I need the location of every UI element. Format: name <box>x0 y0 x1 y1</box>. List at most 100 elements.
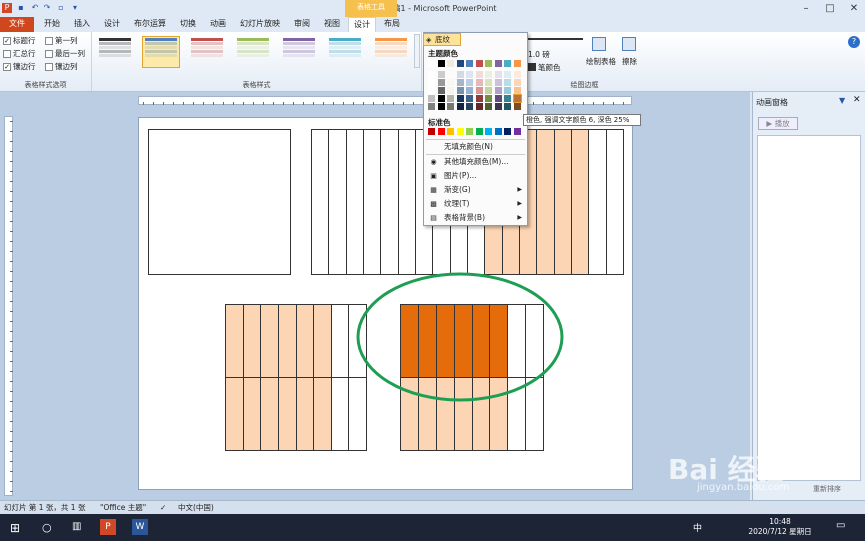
checkbox-icon[interactable] <box>45 37 53 45</box>
theme-color-swatch[interactable] <box>466 71 473 78</box>
table-style-0[interactable] <box>96 36 134 68</box>
pen-color[interactable]: 笔颜色 <box>538 62 561 73</box>
tab-animations[interactable]: 动画 <box>204 17 232 32</box>
theme-color-swatch[interactable] <box>437 79 445 86</box>
table-2-cell[interactable] <box>363 129 382 275</box>
table-2-cell[interactable] <box>536 129 555 275</box>
table-2-cell[interactable] <box>328 129 347 275</box>
pen-weight[interactable]: 1.0 磅 <box>528 49 550 60</box>
shading-button[interactable]: ◈ 底纹 <box>423 33 461 46</box>
language[interactable]: 中文(中国) <box>178 501 214 514</box>
tab-insert[interactable]: 插入 <box>68 17 96 32</box>
menu-item-palette[interactable]: ◉ 其他填充颜色(M)... <box>426 155 526 169</box>
ime-indicator[interactable]: 中 <box>693 521 702 534</box>
table-3-cell[interactable] <box>242 304 262 378</box>
theme-color-swatch[interactable] <box>428 103 435 110</box>
menu-item-texture[interactable]: ▩ 纹理(T) ▶ <box>426 197 526 211</box>
theme-color-swatch[interactable] <box>494 103 502 110</box>
pen-color-icon[interactable] <box>528 63 536 71</box>
slide-canvas[interactable] <box>138 117 633 490</box>
tab-transitions[interactable]: 切换 <box>174 17 202 32</box>
theme-color-swatch[interactable] <box>475 87 483 94</box>
standard-color-swatch[interactable] <box>447 128 454 135</box>
checkbox-icon[interactable] <box>45 63 53 71</box>
theme-color-swatch[interactable] <box>504 60 511 67</box>
theme-color-swatch[interactable] <box>428 95 435 102</box>
theme-color-swatch[interactable] <box>504 71 511 78</box>
search-icon[interactable]: ○ <box>42 521 52 534</box>
table-3-cell[interactable] <box>330 377 350 451</box>
tab-table-layout[interactable]: 布局 <box>378 17 406 32</box>
theme-color-swatch[interactable] <box>428 60 435 67</box>
table-style-1[interactable] <box>142 36 180 68</box>
theme-color-swatch[interactable] <box>494 60 502 67</box>
checkbox-icon[interactable]: ✓ <box>3 63 11 71</box>
theme-color-swatch[interactable] <box>466 95 473 102</box>
draw-table-button[interactable]: 绘制表格 <box>586 56 616 67</box>
theme-color-swatch[interactable] <box>494 87 502 94</box>
help-icon[interactable]: ? <box>848 36 860 48</box>
tab-table-design[interactable]: 设计 <box>348 17 376 32</box>
table-1-cell[interactable] <box>148 129 291 275</box>
theme-color-swatch[interactable] <box>494 95 502 102</box>
option-4[interactable]: ✓ 镶边行 <box>3 61 36 72</box>
close-button[interactable]: ✕ <box>842 0 865 17</box>
theme-color-swatch[interactable] <box>513 71 521 78</box>
table-3-cell[interactable] <box>242 377 262 451</box>
theme-color-swatch[interactable] <box>494 71 502 78</box>
start-icon[interactable]: ⊞ <box>10 521 20 535</box>
standard-color-swatch[interactable] <box>494 128 502 135</box>
table-3-cell[interactable] <box>330 304 350 378</box>
option-2[interactable]: 汇总行 <box>3 48 36 59</box>
theme-color-swatch[interactable] <box>475 71 483 78</box>
table-2-cell[interactable] <box>588 129 607 275</box>
theme-color-swatch[interactable] <box>437 71 445 78</box>
clock[interactable]: 10:48 2020/7/12 星期日 <box>740 517 820 537</box>
theme-name[interactable]: "Office 主题" <box>100 501 146 514</box>
horizontal-ruler[interactable] <box>138 96 632 105</box>
table-3-cell[interactable] <box>277 377 297 451</box>
option-0[interactable]: ✓ 标题行 <box>3 35 36 46</box>
menu-item-no-fill[interactable]: 无填充颜色(N) <box>426 140 526 154</box>
theme-color-swatch[interactable] <box>475 79 483 86</box>
theme-color-swatch[interactable] <box>456 103 464 110</box>
option-5[interactable]: 镶边列 <box>45 61 78 72</box>
theme-color-swatch[interactable] <box>428 79 435 86</box>
theme-color-swatch[interactable] <box>437 95 445 102</box>
theme-color-swatch[interactable] <box>437 60 445 67</box>
table-3-cell[interactable] <box>313 304 332 378</box>
table-3-cell[interactable] <box>260 377 279 451</box>
minimize-button[interactable]: – <box>794 0 818 17</box>
table-2-cell[interactable] <box>345 129 364 275</box>
theme-color-swatch[interactable] <box>466 60 473 67</box>
theme-color-swatch[interactable] <box>513 60 521 67</box>
tab-file[interactable]: 文件 <box>0 17 34 32</box>
theme-color-swatch[interactable] <box>504 79 511 86</box>
standard-color-swatch[interactable] <box>485 128 492 135</box>
tab-review[interactable]: 审阅 <box>288 17 316 32</box>
tab-view[interactable]: 视图 <box>318 17 346 32</box>
table-2-cell[interactable] <box>380 129 399 275</box>
theme-color-swatch[interactable] <box>437 87 445 94</box>
table-2-cell[interactable] <box>571 129 590 275</box>
theme-color-swatch[interactable] <box>513 79 521 86</box>
theme-color-swatch[interactable] <box>456 60 464 67</box>
table-3-cell[interactable] <box>295 377 315 451</box>
theme-color-swatch[interactable] <box>428 71 435 78</box>
table-3-cell[interactable] <box>225 304 244 378</box>
menu-item-table-background[interactable]: ▤ 表格背景(B) ▶ <box>426 211 526 225</box>
standard-color-swatch[interactable] <box>475 128 483 135</box>
checkbox-icon[interactable] <box>3 50 11 58</box>
standard-color-swatch[interactable] <box>504 128 511 135</box>
option-3[interactable]: 最后一列 <box>45 48 85 59</box>
eraser-button[interactable]: 擦除 <box>622 56 637 67</box>
theme-color-swatch[interactable] <box>513 103 521 110</box>
theme-color-swatch[interactable] <box>447 103 454 110</box>
checkbox-icon[interactable]: ✓ <box>3 37 11 45</box>
theme-color-swatch[interactable] <box>475 95 483 102</box>
animation-list[interactable] <box>757 135 861 481</box>
theme-color-swatch[interactable] <box>447 95 454 102</box>
theme-color-swatch[interactable] <box>447 60 454 67</box>
table-3-cell[interactable] <box>225 377 244 451</box>
theme-color-swatch[interactable] <box>485 71 492 78</box>
